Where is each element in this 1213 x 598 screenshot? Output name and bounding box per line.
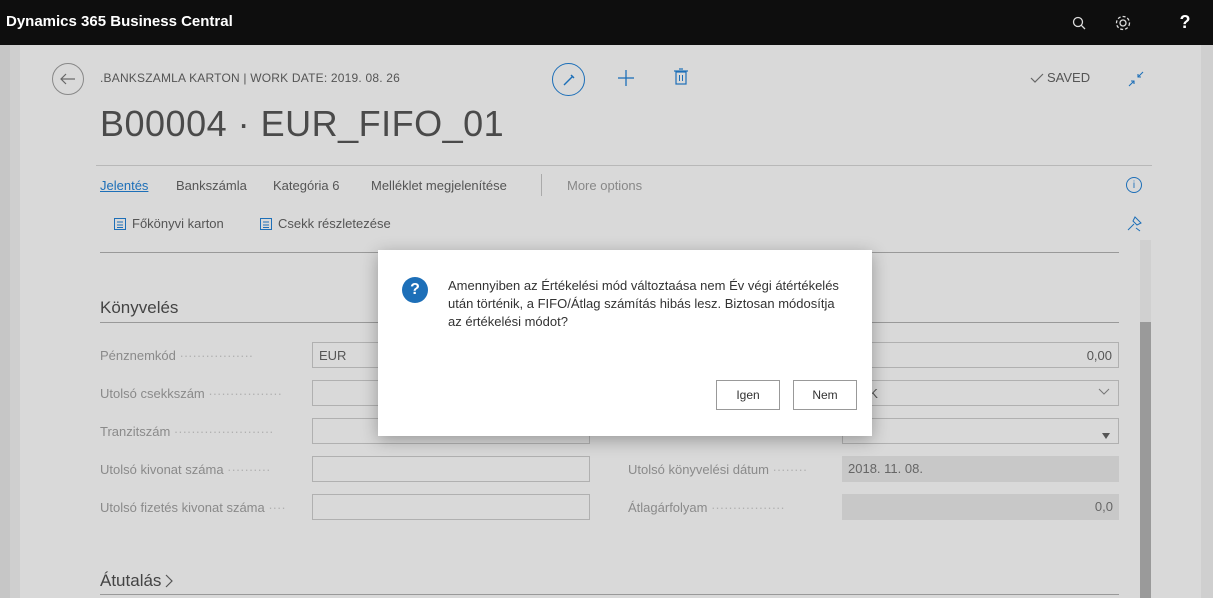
field-utolso-fizetes-kivonat-input[interactable] [312, 494, 590, 520]
record-title: B00004 · EUR_FIFO_01 [100, 103, 505, 144]
new-button[interactable] [614, 66, 638, 90]
field-right-amount-input[interactable]: 0,00 [842, 342, 1119, 368]
plus-icon [618, 70, 634, 86]
pin-icon[interactable] [1126, 216, 1142, 232]
section-title-label: Átutalás [100, 571, 162, 590]
field-right-dropdown-select[interactable] [842, 418, 1119, 444]
search-icon[interactable] [1059, 0, 1099, 45]
scrollbar-thumb[interactable] [1140, 322, 1151, 598]
chevron-down-icon [1098, 385, 1110, 400]
question-icon: ? [402, 277, 428, 303]
settings-gear-icon[interactable] [1103, 0, 1143, 45]
field-atlagarfolyam-value: 0,0 [842, 494, 1119, 520]
field-label-utolso-fizetes-kivonat: Utolsó fizetés kivonat száma ···· [100, 500, 286, 515]
chevron-right-icon [166, 574, 174, 588]
action-csekk-reszletezese[interactable]: Csekk részletezése [260, 216, 391, 231]
app-title[interactable]: Dynamics 365 Business Central [6, 13, 233, 30]
edit-button[interactable] [552, 63, 585, 96]
field-label-utolso-kivonat: Utolsó kivonat száma ·········· [100, 462, 271, 477]
saved-label: SAVED [1047, 70, 1091, 85]
report-icon [260, 217, 272, 230]
field-label-atlagarfolyam: Átlagárfolyam ················· [628, 500, 785, 515]
tab-bankszamla[interactable]: Bankszámla [176, 178, 247, 193]
help-icon[interactable]: ? [1165, 0, 1205, 45]
tab-kategoria-6[interactable]: Kategória 6 [273, 178, 340, 193]
field-label-utolso-konyvelesi-datum: Utolsó könyvelési dátum ········ [628, 462, 808, 477]
header-divider [96, 165, 1152, 166]
section-title-atutalas[interactable]: Átutalás [100, 571, 174, 591]
field-label-penznemkod: Pénznemkód ················· [100, 348, 254, 363]
report-icon [114, 217, 126, 230]
checkmark-icon [1030, 73, 1044, 83]
back-button[interactable] [52, 63, 84, 95]
breadcrumb: .BANKSZAMLA KARTON | WORK DATE: 2019. 08… [100, 71, 401, 85]
actionbar-separator [541, 174, 542, 196]
section-underline [100, 594, 1119, 595]
more-options-button[interactable]: More options [567, 178, 642, 193]
info-icon[interactable]: i [1126, 177, 1142, 193]
section-title-konyveles[interactable]: Könyvelés [100, 298, 178, 318]
field-valuation-method-select[interactable]: IZÁK [842, 380, 1119, 406]
dropdown-arrow-icon [1102, 427, 1110, 442]
field-utolso-konyvelesi-datum-value: 2018. 11. 08. [842, 456, 1119, 482]
dialog-message: Amennyiben az Értékelési mód változtaása… [448, 278, 839, 329]
field-label-utolso-csekkszam: Utolsó csekkszám ················· [100, 386, 282, 401]
tab-jelentes[interactable]: Jelentés [100, 178, 148, 193]
trash-icon [674, 68, 688, 85]
action-fokonyvi-karton[interactable]: Főkönyvi karton [114, 216, 224, 231]
field-label-tranzitszam: Tranzitszám ······················· [100, 424, 274, 439]
tab-melleklet[interactable]: Melléklet megjelenítése [371, 178, 507, 193]
page-left-strip [0, 45, 10, 598]
field-utolso-kivonat-input[interactable] [312, 456, 590, 482]
collapse-icon[interactable] [1127, 70, 1145, 88]
delete-button[interactable] [672, 67, 692, 89]
action-label: Főkönyvi karton [132, 216, 224, 231]
saved-status: SAVED [1030, 70, 1090, 85]
back-arrow-icon [60, 73, 75, 85]
pencil-icon [563, 74, 574, 85]
yes-button[interactable]: Igen [716, 380, 780, 410]
confirm-dialog: ? Amennyiben az Értékelési mód változtaá… [378, 250, 872, 436]
no-button[interactable]: Nem [793, 380, 857, 410]
action-label: Csekk részletezése [278, 216, 391, 231]
